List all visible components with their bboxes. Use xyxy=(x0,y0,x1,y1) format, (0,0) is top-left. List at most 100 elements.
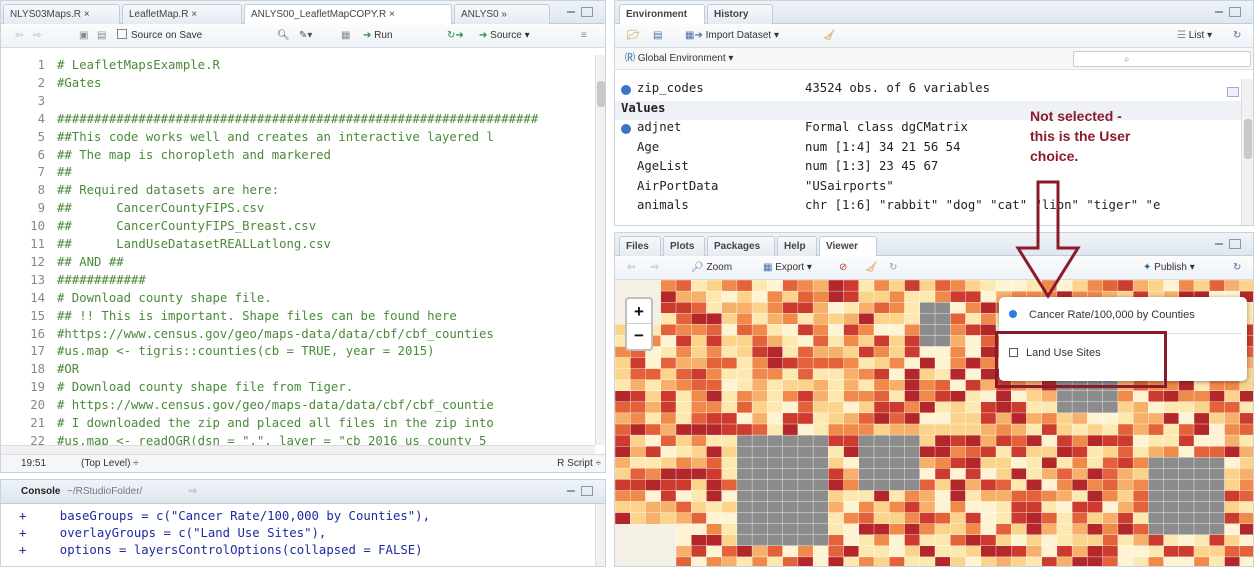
county-polygon[interactable] xyxy=(1239,412,1254,425)
county-polygon[interactable] xyxy=(1209,401,1226,414)
county-polygon[interactable] xyxy=(675,412,693,425)
county-polygon[interactable] xyxy=(782,490,799,503)
county-polygon[interactable] xyxy=(1193,512,1211,525)
county-polygon[interactable] xyxy=(645,368,662,381)
county-polygon[interactable] xyxy=(1056,468,1073,481)
county-polygon[interactable] xyxy=(1056,423,1073,436)
county-polygon[interactable] xyxy=(904,468,921,481)
county-polygon[interactable] xyxy=(1011,390,1028,403)
county-polygon[interactable] xyxy=(858,368,875,381)
county-polygon[interactable] xyxy=(1209,379,1226,392)
county-polygon[interactable] xyxy=(690,335,708,348)
county-polygon[interactable] xyxy=(1041,468,1058,481)
county-polygon[interactable] xyxy=(1102,512,1119,525)
county-polygon[interactable] xyxy=(919,280,936,292)
county-polygon[interactable] xyxy=(965,412,982,425)
county-polygon[interactable] xyxy=(965,512,982,525)
county-polygon[interactable] xyxy=(751,335,769,348)
county-polygon[interactable] xyxy=(1148,401,1165,414)
county-polygon[interactable] xyxy=(1117,412,1134,425)
county-polygon[interactable] xyxy=(995,412,1013,425)
county-polygon[interactable] xyxy=(767,390,784,403)
county-polygon[interactable] xyxy=(858,479,875,492)
search-icon[interactable]: 🔍︎ xyxy=(277,29,290,43)
county-polygon[interactable] xyxy=(995,534,1013,547)
county-polygon[interactable] xyxy=(721,545,738,558)
county-polygon[interactable] xyxy=(690,302,708,315)
county-polygon[interactable] xyxy=(1209,445,1226,459)
county-polygon[interactable] xyxy=(980,390,997,403)
county-polygon[interactable] xyxy=(751,545,769,558)
county-polygon[interactable] xyxy=(1132,456,1150,470)
county-polygon[interactable] xyxy=(858,280,875,292)
county-polygon[interactable] xyxy=(645,479,662,492)
county-polygon[interactable] xyxy=(843,479,860,492)
expand-icon[interactable] xyxy=(621,124,631,134)
county-polygon[interactable] xyxy=(1193,434,1211,448)
county-polygon[interactable] xyxy=(751,290,769,304)
county-polygon[interactable] xyxy=(690,490,708,503)
code-line[interactable]: # I downloaded the zip and placed all fi… xyxy=(57,415,494,433)
county-polygon[interactable] xyxy=(751,445,769,459)
county-polygon[interactable] xyxy=(690,390,708,403)
county-polygon[interactable] xyxy=(812,501,830,514)
county-polygon[interactable] xyxy=(1209,523,1226,536)
county-polygon[interactable] xyxy=(1163,490,1180,503)
county-polygon[interactable] xyxy=(645,401,662,414)
county-polygon[interactable] xyxy=(919,346,936,359)
open-folder-icon[interactable]: 📂︎ xyxy=(627,29,640,43)
county-polygon[interactable] xyxy=(1056,501,1073,514)
county-polygon[interactable] xyxy=(1209,545,1226,558)
county-polygon[interactable] xyxy=(1087,534,1104,547)
county-polygon[interactable] xyxy=(965,468,982,481)
county-polygon[interactable] xyxy=(965,357,982,370)
county-polygon[interactable] xyxy=(812,390,830,403)
county-polygon[interactable] xyxy=(751,456,769,470)
county-polygon[interactable] xyxy=(1193,280,1211,292)
county-polygon[interactable] xyxy=(919,324,936,337)
county-polygon[interactable] xyxy=(904,456,921,470)
county-polygon[interactable] xyxy=(1178,534,1195,547)
county-polygon[interactable] xyxy=(721,302,738,315)
county-polygon[interactable] xyxy=(1056,556,1073,567)
county-polygon[interactable] xyxy=(1148,445,1165,459)
county-polygon[interactable] xyxy=(1071,512,1089,525)
county-polygon[interactable] xyxy=(736,523,753,536)
county-polygon[interactable] xyxy=(1193,445,1211,459)
county-polygon[interactable] xyxy=(1148,390,1165,403)
county-polygon[interactable] xyxy=(1011,401,1028,414)
code-line[interactable]: ## Required datasets are here: xyxy=(57,182,279,200)
county-polygon[interactable] xyxy=(1209,423,1226,436)
county-polygon[interactable] xyxy=(721,335,738,348)
county-polygon[interactable] xyxy=(797,545,814,558)
code-line[interactable]: ############ xyxy=(57,272,146,290)
county-polygon[interactable] xyxy=(950,534,967,547)
county-polygon[interactable] xyxy=(1011,479,1028,492)
county-polygon[interactable] xyxy=(904,346,921,359)
county-polygon[interactable] xyxy=(751,490,769,503)
county-polygon[interactable] xyxy=(843,445,860,459)
county-polygon[interactable] xyxy=(629,368,647,381)
county-polygon[interactable] xyxy=(904,501,921,514)
county-polygon[interactable] xyxy=(1209,534,1226,547)
county-polygon[interactable] xyxy=(1056,479,1073,492)
county-polygon[interactable] xyxy=(1071,479,1089,492)
county-polygon[interactable] xyxy=(751,346,769,359)
county-polygon[interactable] xyxy=(767,280,784,292)
county-polygon[interactable] xyxy=(950,302,967,315)
county-polygon[interactable] xyxy=(706,324,723,337)
county-polygon[interactable] xyxy=(889,445,906,459)
county-polygon[interactable] xyxy=(980,490,997,503)
county-polygon[interactable] xyxy=(1148,280,1165,292)
county-polygon[interactable] xyxy=(858,379,875,392)
county-polygon[interactable] xyxy=(1209,280,1226,292)
county-polygon[interactable] xyxy=(1178,512,1195,525)
county-polygon[interactable] xyxy=(751,534,769,547)
county-polygon[interactable] xyxy=(919,523,936,536)
county-polygon[interactable] xyxy=(782,479,799,492)
county-polygon[interactable] xyxy=(873,468,891,481)
county-polygon[interactable] xyxy=(980,534,997,547)
county-polygon[interactable] xyxy=(690,412,708,425)
county-polygon[interactable] xyxy=(721,445,738,459)
county-polygon[interactable] xyxy=(721,468,738,481)
